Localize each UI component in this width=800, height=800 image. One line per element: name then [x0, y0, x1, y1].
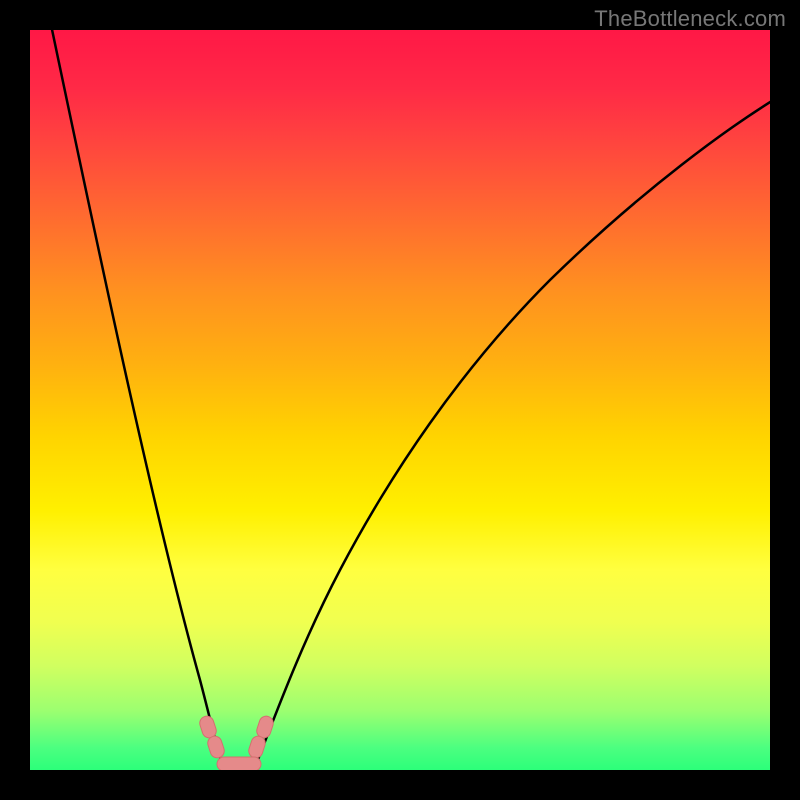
plot-area [30, 30, 770, 770]
watermark-text: TheBottleneck.com [594, 6, 786, 32]
marker-bottom [217, 757, 261, 770]
bottleneck-curve [30, 30, 770, 770]
right-curve [255, 90, 770, 767]
chart-frame: TheBottleneck.com [0, 0, 800, 800]
left-curve [50, 30, 223, 767]
valley-markers [198, 714, 275, 770]
